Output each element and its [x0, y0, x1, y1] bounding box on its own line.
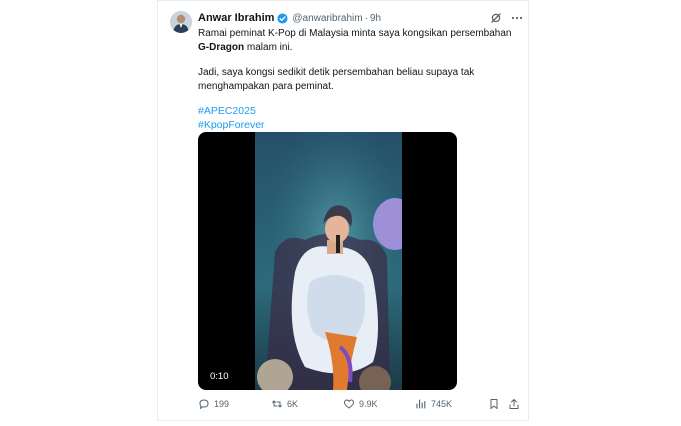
grok-icon[interactable]	[490, 12, 502, 24]
share-icon	[508, 398, 520, 410]
tweet-header: Anwar Ibrahim @anwaribrahim · 9h	[198, 10, 381, 26]
heart-icon	[343, 398, 355, 410]
avatar[interactable]	[170, 11, 192, 33]
tweet-text-bold: G-Dragon	[198, 41, 245, 53]
views-icon	[415, 398, 427, 410]
tweet-paragraph-1: Ramai peminat K-Pop di Malaysia minta sa…	[198, 27, 518, 54]
hashtag-link[interactable]: #KpopForever	[198, 119, 518, 133]
views-button[interactable]: 745K	[415, 398, 452, 410]
repost-icon	[271, 398, 283, 410]
verified-badge-icon	[277, 12, 288, 24]
video-player[interactable]: 0:10	[198, 132, 457, 390]
header-actions	[490, 12, 523, 24]
video-timestamp: 0:10	[206, 370, 233, 383]
separator-dot: ·	[364, 12, 368, 24]
share-button[interactable]	[508, 398, 520, 410]
repost-button[interactable]: 6K	[271, 398, 298, 410]
author-handle[interactable]: @anwaribrahim	[292, 13, 362, 24]
tweet-paragraph-2: Jadi, saya kongsi sedikit detik persemba…	[198, 67, 475, 92]
reply-button[interactable]: 199	[198, 398, 229, 410]
author-name[interactable]: Anwar Ibrahim	[198, 12, 274, 24]
repost-count: 6K	[287, 399, 299, 409]
hashtag-link[interactable]: #APEC2025	[198, 105, 518, 119]
tweet-actions: 199 6K 9.9K 745K	[198, 398, 520, 412]
like-button[interactable]: 9.9K	[343, 398, 378, 410]
bookmark-icon	[488, 398, 500, 410]
more-icon[interactable]	[511, 12, 523, 24]
reply-count: 199	[214, 399, 230, 409]
bookmark-button[interactable]	[488, 398, 500, 410]
reply-icon	[198, 398, 210, 410]
tweet-text-part: malam ini.	[244, 41, 293, 53]
video-frame	[255, 132, 402, 390]
tweet-text-part: Ramai peminat K-Pop di Malaysia minta sa…	[198, 28, 512, 39]
like-count: 9.9K	[359, 399, 378, 409]
views-count: 745K	[431, 399, 453, 409]
post-time[interactable]: 9h	[370, 13, 381, 24]
tweet-text: Ramai peminat K-Pop di Malaysia minta sa…	[198, 27, 518, 132]
